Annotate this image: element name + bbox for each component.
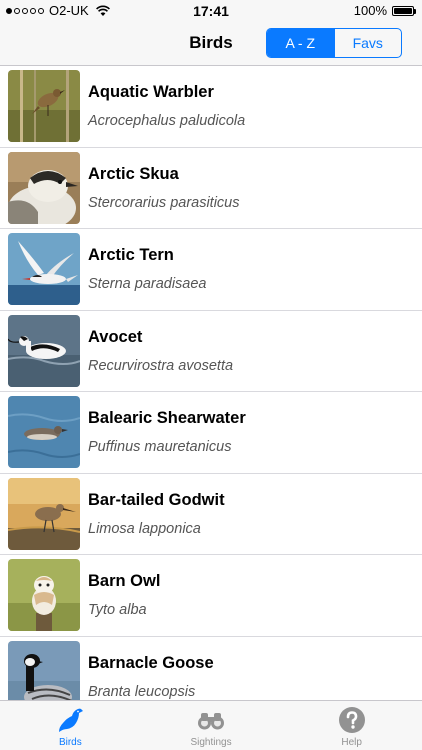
bird-icon: [59, 708, 84, 732]
bird-name: Barnacle Goose: [88, 653, 214, 672]
help-icon: [338, 707, 365, 733]
bird-row-avocet[interactable]: Avocet Recurvirostra avosetta: [0, 311, 422, 392]
arctic-tern-photo: [8, 233, 80, 305]
status-right: 100%: [353, 3, 416, 18]
bird-row-arctic-skua[interactable]: Arctic Skua Stercorarius parasiticus: [0, 148, 422, 229]
bird-name: Arctic Skua: [88, 164, 179, 183]
bird-latin-name: Acrocephalus paludicola: [88, 113, 246, 129]
tab-label: Birds: [58, 737, 82, 748]
binoculars-icon: [198, 713, 224, 730]
tab-label: Sightings: [190, 737, 232, 748]
segment-favs[interactable]: Favs: [333, 29, 402, 57]
bird-latin-name: Tyto alba: [88, 602, 147, 618]
tab-birds[interactable]: Birds: [0, 701, 141, 750]
barnacle-goose-photo: [8, 640, 80, 700]
bird-name: Arctic Tern: [88, 246, 174, 264]
bird-name: Barn Owl: [88, 572, 161, 590]
segment-a-z[interactable]: A - Z: [267, 29, 334, 57]
tab-help[interactable]: Help: [281, 701, 422, 750]
battery-icon: [392, 5, 416, 16]
bird-latin-name: Branta leucopsis: [88, 683, 196, 700]
bird-latin-name: Sterna paradisaea: [88, 276, 207, 292]
tab-sightings[interactable]: Sightings: [141, 701, 282, 750]
bird-name: Bar-tailed Godwit: [88, 490, 225, 509]
bird-name: Avocet: [88, 327, 143, 346]
bird-latin-name: Recurvirostra avosetta: [88, 357, 234, 374]
tab-bar: Birds Sightings Help: [0, 700, 422, 750]
barn-owl-photo: [8, 559, 80, 631]
status-bar: O2-UK 17:41 100%: [0, 0, 422, 22]
avocet-photo: [8, 314, 80, 387]
bird-latin-name: Limosa lapponica: [88, 520, 201, 537]
balearic-shearwater-photo: [8, 396, 80, 468]
battery-percent: 100%: [353, 3, 387, 18]
arctic-skua-photo: [8, 151, 80, 224]
aquatic-warbler-photo: [8, 70, 80, 142]
bird-row-arctic-tern[interactable]: Arctic Tern Sterna paradisaea: [0, 229, 422, 311]
bird-row-aquatic-warbler[interactable]: Aquatic Warbler Acrocephalus paludicola: [0, 66, 422, 148]
bird-row-barn-owl[interactable]: Barn Owl Tyto alba: [0, 555, 422, 637]
bird-latin-name: Puffinus mauretanicus: [88, 439, 232, 455]
bird-list: Aquatic Warbler Acrocephalus paludicola …: [0, 66, 422, 700]
bar-tailed-godwit-photo: [8, 477, 80, 550]
navigation-bar: Birds A - Z Favs: [0, 22, 422, 66]
bird-name: Aquatic Warbler: [88, 83, 214, 101]
bird-row-barnacle-goose[interactable]: Barnacle Goose Branta leucopsis: [0, 637, 422, 700]
sort-segmented-control: A - Z Favs: [266, 28, 402, 58]
bird-latin-name: Stercorarius parasiticus: [88, 194, 240, 211]
tab-label: Help: [341, 737, 362, 748]
bird-row-balearic-shearwater[interactable]: Balearic Shearwater Puffinus mauretanicu…: [0, 392, 422, 474]
bird-name: Balearic Shearwater: [88, 409, 246, 427]
bird-row-bar-tailed-godwit[interactable]: Bar-tailed Godwit Limosa lapponica: [0, 474, 422, 555]
